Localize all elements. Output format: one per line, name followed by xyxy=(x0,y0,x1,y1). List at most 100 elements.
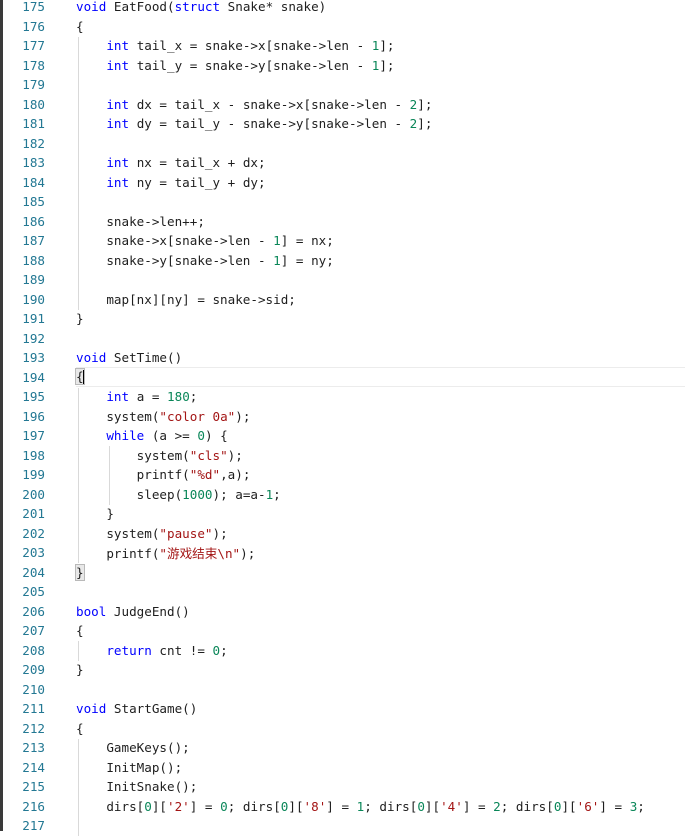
line-number: 199 xyxy=(3,467,45,482)
keyword-token: int xyxy=(106,116,136,131)
code-token: ]; xyxy=(379,58,394,73)
code-line[interactable]: 177 int tail_x = snake->x[snake->len - 1… xyxy=(3,36,685,56)
line-number: 206 xyxy=(3,604,45,619)
code-text: snake->len++; xyxy=(76,214,205,229)
code-token: ; xyxy=(273,487,281,502)
code-line[interactable]: 183 int nx = tail_x + dx; xyxy=(3,153,685,173)
code-line[interactable]: 184 int ny = tail_y + dy; xyxy=(3,172,685,192)
code-text: dirs[0]['2'] = 0; dirs[0]['8'] = 1; dirs… xyxy=(76,799,645,814)
code-token: ]; xyxy=(379,38,394,53)
code-text: printf("%d",a); xyxy=(76,467,250,482)
code-line[interactable]: 209} xyxy=(3,660,685,680)
line-number: 189 xyxy=(3,272,45,287)
code-token: printf( xyxy=(76,546,159,561)
code-text: int dy = tail_y - snake->y[snake->len - … xyxy=(76,116,432,131)
code-token: ); xyxy=(235,409,250,424)
code-token: GameKeys(); xyxy=(76,740,190,755)
code-line[interactable]: 197 while (a >= 0) { xyxy=(3,426,685,446)
code-line[interactable]: 193void SetTime() xyxy=(3,348,685,368)
code-line[interactable]: 182 xyxy=(3,133,685,153)
code-token: system( xyxy=(76,448,190,463)
code-line[interactable]: 203 printf("游戏结束\n"); xyxy=(3,543,685,563)
code-line[interactable]: 210 xyxy=(3,679,685,699)
code-line[interactable]: 192 xyxy=(3,328,685,348)
line-number: 177 xyxy=(3,38,45,53)
code-line[interactable]: 211void StartGame() xyxy=(3,699,685,719)
code-line[interactable]: 214 InitMap(); xyxy=(3,757,685,777)
code-line[interactable]: 185 xyxy=(3,192,685,212)
code-text: InitSnake(); xyxy=(76,779,197,794)
code-token: dx = tail_x - snake->x[snake->len - xyxy=(137,97,410,112)
code-token: printf( xyxy=(76,467,190,482)
code-token: ; dirs[ xyxy=(364,799,417,814)
string-token: '4' xyxy=(440,799,463,814)
code-token: dirs[ xyxy=(76,799,144,814)
number-token: 1000 xyxy=(182,487,212,502)
code-line[interactable]: 190 map[nx][ny] = snake->sid; xyxy=(3,289,685,309)
code-line[interactable]: 217 xyxy=(3,816,685,836)
indent-guide xyxy=(78,739,79,836)
code-token: map[nx][ny] = snake->sid; xyxy=(76,292,296,307)
code-token: JudgeEnd() xyxy=(114,604,190,619)
code-line[interactable]: 216 dirs[0]['2'] = 0; dirs[0]['8'] = 1; … xyxy=(3,796,685,816)
code-line[interactable]: 196 system("color 0a"); xyxy=(3,406,685,426)
code-text: void StartGame() xyxy=(76,701,197,716)
code-text: system("pause"); xyxy=(76,526,228,541)
text-cursor xyxy=(83,370,85,385)
code-line[interactable]: 201 } xyxy=(3,504,685,524)
code-token: cnt != xyxy=(159,643,212,658)
line-number: 186 xyxy=(3,214,45,229)
line-number: 210 xyxy=(3,682,45,697)
code-line[interactable]: 178 int tail_y = snake->y[snake->len - 1… xyxy=(3,55,685,75)
number-token: 0 xyxy=(144,799,152,814)
code-line[interactable]: 206 bool JudgeEnd() xyxy=(3,601,685,621)
code-text: } xyxy=(76,506,114,521)
keyword-token: bool xyxy=(76,604,114,619)
line-number: 197 xyxy=(3,428,45,443)
code-line[interactable]: 202 system("pause"); xyxy=(3,523,685,543)
code-line[interactable]: 191} xyxy=(3,309,685,329)
code-text: int nx = tail_x + dx; xyxy=(76,155,266,170)
code-line[interactable]: 194{ xyxy=(3,367,685,387)
code-text: bool JudgeEnd() xyxy=(76,604,190,619)
code-line[interactable]: 189 xyxy=(3,270,685,290)
line-number: 194 xyxy=(3,370,45,385)
code-line[interactable]: 175void EatFood(struct Snake* snake) xyxy=(3,0,685,16)
code-line[interactable]: 186 snake->len++; xyxy=(3,211,685,231)
keyword-token: void xyxy=(76,350,114,365)
code-token: snake->y[snake->len - xyxy=(76,253,273,268)
code-token: SetTime() xyxy=(114,350,182,365)
code-token: ); xyxy=(212,526,227,541)
code-line[interactable]: 180 int dx = tail_x - snake->x[snake->le… xyxy=(3,94,685,114)
code-line[interactable]: 199 printf("%d",a); xyxy=(3,465,685,485)
code-editor[interactable]: 175void EatFood(struct Snake* snake)176{… xyxy=(0,0,685,831)
code-line[interactable]: 176{ xyxy=(3,16,685,36)
code-token: ] = nx; xyxy=(281,233,334,248)
line-number: 188 xyxy=(3,253,45,268)
code-line[interactable]: 195 int a = 180; xyxy=(3,387,685,407)
number-token: 0 xyxy=(197,428,205,443)
code-token xyxy=(76,116,106,131)
code-line[interactable]: 181 int dy = tail_y - snake->y[snake->le… xyxy=(3,114,685,134)
code-line[interactable]: 207{ xyxy=(3,621,685,641)
line-number: 208 xyxy=(3,643,45,658)
code-line[interactable]: 215 InitSnake(); xyxy=(3,777,685,797)
code-line[interactable]: 213 GameKeys(); xyxy=(3,738,685,758)
code-token: InitMap(); xyxy=(76,760,182,775)
code-line[interactable]: 200 sleep(1000); a=a-1; xyxy=(3,484,685,504)
code-line[interactable]: 208 return cnt != 0; xyxy=(3,640,685,660)
code-line[interactable]: 204} xyxy=(3,562,685,582)
line-number: 201 xyxy=(3,506,45,521)
code-line[interactable]: 188 snake->y[snake->len - 1] = ny; xyxy=(3,250,685,270)
number-token: 0 xyxy=(417,799,425,814)
code-line[interactable]: 187 snake->x[snake->len - 1] = nx; xyxy=(3,231,685,251)
code-line[interactable]: 205 xyxy=(3,582,685,602)
string-token: '6' xyxy=(577,799,600,814)
line-number: 216 xyxy=(3,799,45,814)
code-line[interactable]: 179 xyxy=(3,75,685,95)
code-line[interactable]: 212{ xyxy=(3,718,685,738)
code-token xyxy=(76,155,106,170)
code-token: (a >= xyxy=(152,428,198,443)
string-token: "%d" xyxy=(190,467,220,482)
code-line[interactable]: 198 system("cls"); xyxy=(3,445,685,465)
